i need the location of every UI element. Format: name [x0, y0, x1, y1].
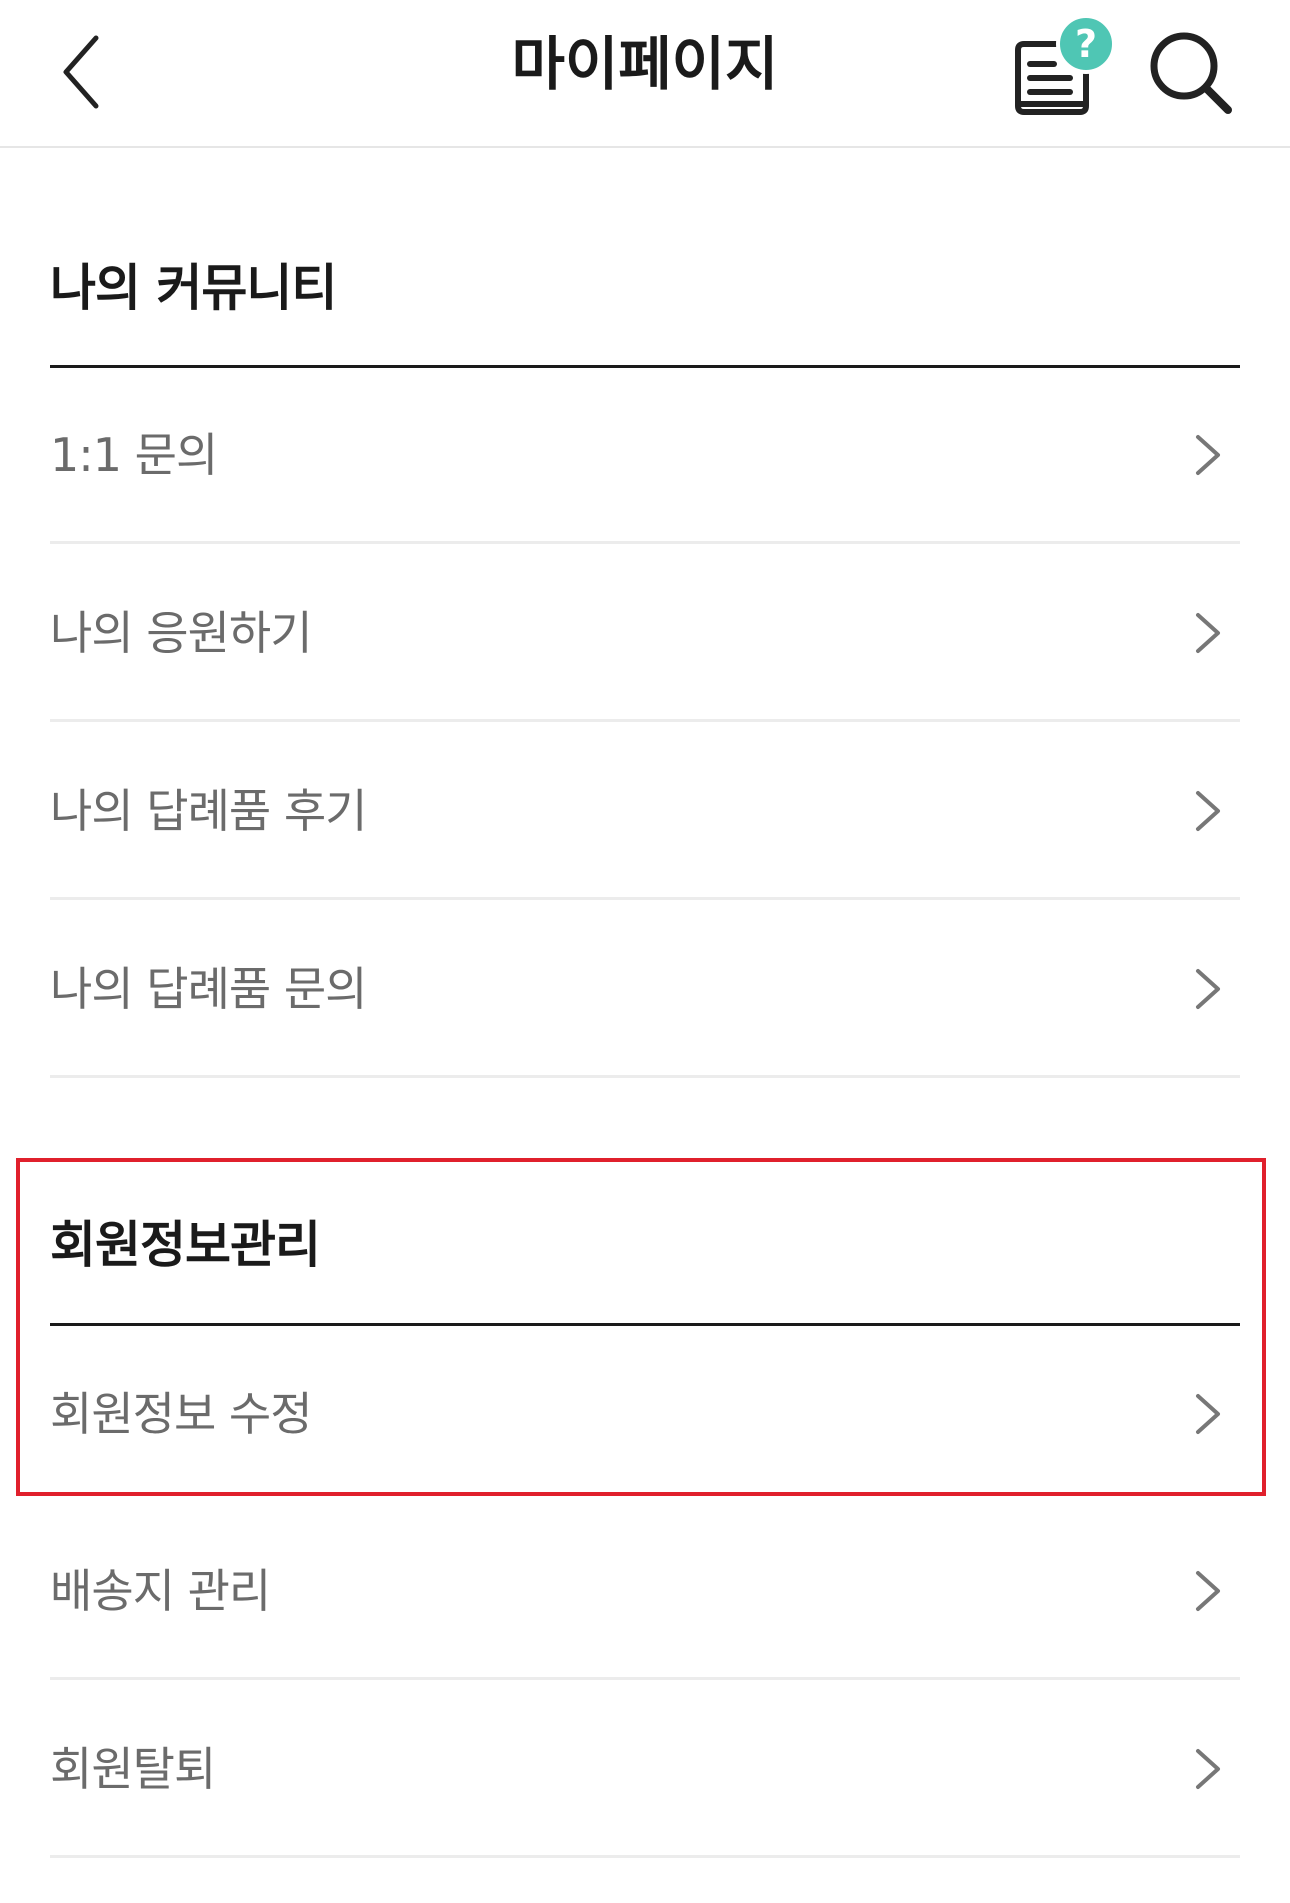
menu-item-label: 나의 답례품 문의 [50, 961, 367, 1016]
menu-item-gift-review[interactable]: 나의 답례품 후기 [50, 724, 1240, 900]
chevron-right-icon [1196, 1748, 1220, 1789]
section-title-community: 나의 커뮤니티 [50, 259, 337, 317]
menu-item-edit-profile[interactable]: 회원정보 수정 [50, 1326, 1240, 1502]
menu-item-inquiry[interactable]: 1:1 문의 [50, 368, 1240, 544]
back-button[interactable] [48, 20, 148, 120]
search-icon [1150, 32, 1232, 114]
chevron-left-icon [63, 35, 99, 109]
menu-item-label: 나의 응원하기 [50, 605, 313, 660]
chevron-right-icon [1196, 612, 1220, 653]
qna-button[interactable]: ? [1008, 10, 1126, 120]
menu-item-shipping-address[interactable]: 배송지 관리 [50, 1504, 1240, 1680]
question-badge: ? [1056, 14, 1116, 74]
menu-item-label: 회원정보 수정 [50, 1387, 313, 1441]
menu-item-label: 배송지 관리 [50, 1563, 271, 1618]
chevron-right-icon [1196, 968, 1220, 1009]
menu-item-gift-inquiry[interactable]: 나의 답례품 문의 [50, 902, 1240, 1078]
top-app-bar: 마이페이지 ? [0, 0, 1290, 148]
chevron-right-icon [1196, 1570, 1220, 1611]
chevron-right-icon [1196, 434, 1220, 475]
menu-item-label: 나의 답례품 후기 [50, 783, 367, 838]
chevron-right-icon [1196, 790, 1220, 831]
menu-item-label: 회원탈퇴 [50, 1741, 216, 1796]
menu-item-cheer[interactable]: 나의 응원하기 [50, 546, 1240, 722]
section-title-member: 회원정보관리 [50, 1216, 321, 1274]
search-button[interactable] [1140, 22, 1240, 122]
menu-item-withdraw[interactable]: 회원탈퇴 [50, 1682, 1240, 1858]
chevron-right-icon [1196, 1394, 1220, 1434]
menu-item-label: 1:1 문의 [50, 427, 218, 482]
